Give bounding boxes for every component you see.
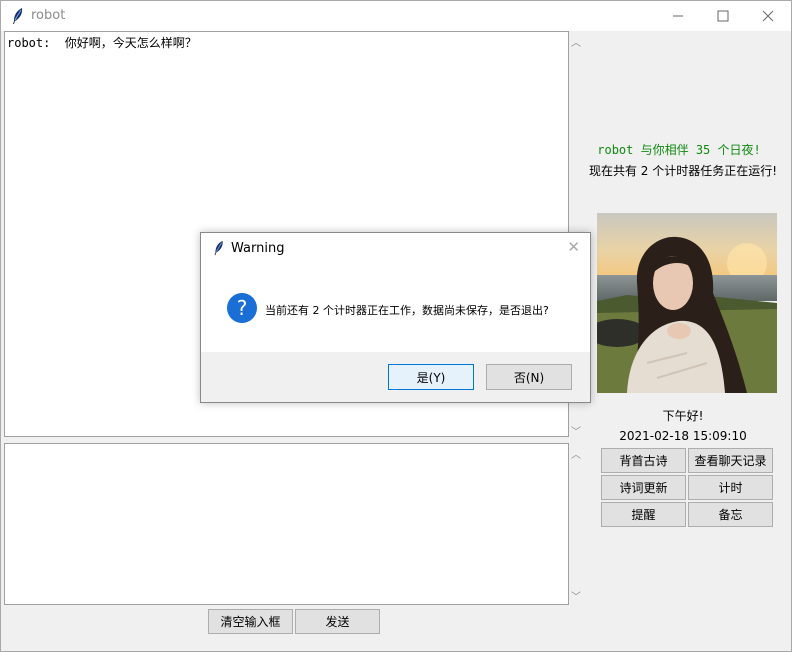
window-title: robot <box>31 8 66 23</box>
chat-message: robot: 你好啊，今天怎么样啊？ <box>7 36 197 50</box>
input-scrollbar[interactable]: ︿ ﹀ <box>569 444 583 604</box>
close-icon[interactable] <box>745 1 791 31</box>
memo-button[interactable]: 备忘 <box>688 502 773 527</box>
clear-input-button[interactable]: 清空输入框 <box>208 609 293 634</box>
scroll-up-icon[interactable]: ︿ <box>569 34 583 49</box>
yes-button[interactable]: 是(Y) <box>388 364 474 390</box>
title-bar: robot <box>1 1 791 31</box>
greeting-text: 下午好! <box>662 409 704 423</box>
close-icon[interactable]: ✕ <box>567 238 580 256</box>
maximize-icon[interactable] <box>700 1 746 31</box>
scroll-up-icon[interactable]: ︿ <box>569 446 583 461</box>
update-poems-button[interactable]: 诗词更新 <box>601 475 686 500</box>
chat-history-button[interactable]: 查看聊天记录 <box>688 448 773 473</box>
scroll-down-icon[interactable]: ﹀ <box>569 588 583 603</box>
feather-icon <box>214 240 223 256</box>
svg-text:?: ? <box>237 296 248 320</box>
dialog-message: 当前还有 2 个计时器正在工作，数据尚未保存，是否退出? <box>265 304 549 317</box>
feather-icon <box>13 8 23 24</box>
datetime-text: 2021-02-18 15:09:10 <box>619 429 747 443</box>
warning-dialog: Warning ✕ ? 当前还有 2 个计时器正在工作，数据尚未保存，是否退出?… <box>200 232 591 403</box>
no-button[interactable]: 否(N) <box>486 364 572 390</box>
message-input[interactable] <box>4 443 569 605</box>
timer-button[interactable]: 计时 <box>688 475 773 500</box>
recite-poem-button[interactable]: 背首古诗 <box>601 448 686 473</box>
minimize-icon[interactable] <box>655 1 701 31</box>
reminder-button[interactable]: 提醒 <box>601 502 686 527</box>
dialog-title: Warning <box>231 241 285 256</box>
timer-status-text: 现在共有 2 个计时器任务正在运行! <box>588 164 778 178</box>
send-button[interactable]: 发送 <box>295 609 380 634</box>
days-together-text: robot 与你相伴 35 个日夜! <box>597 143 761 157</box>
question-icon: ? <box>227 293 257 323</box>
avatar-photo <box>597 213 777 393</box>
